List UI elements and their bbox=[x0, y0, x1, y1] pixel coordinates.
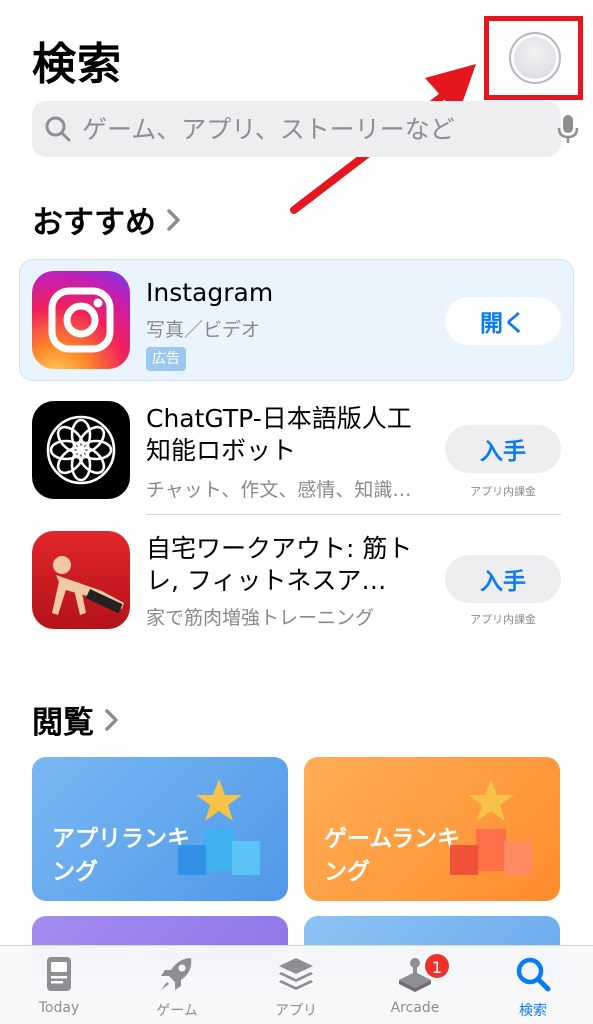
search-icon bbox=[516, 957, 551, 992]
page-title: 検索 bbox=[32, 39, 122, 90]
stack-icon bbox=[279, 958, 313, 990]
flower-pattern-icon bbox=[32, 401, 130, 499]
app-subtitle: 家で筋肉増強トレーニング bbox=[146, 607, 375, 629]
app-row-chatgtp[interactable]: ChatGTP-日本語版人工知能ロボット チャット、作文、感情、知識… 入手 ア… bbox=[32, 401, 561, 511]
get-button[interactable]: 入手 bbox=[445, 425, 561, 473]
divider bbox=[146, 514, 561, 515]
magnifier-icon bbox=[45, 116, 71, 142]
in-app-purchase-note: アプリ内課金 bbox=[470, 485, 536, 498]
notification-badge: 1 bbox=[423, 952, 451, 980]
tab-games[interactable]: ゲーム bbox=[132, 954, 222, 1024]
rocket-icon bbox=[161, 958, 192, 990]
tab-search[interactable]: 検索 bbox=[488, 954, 578, 1024]
section-title: おすすめ bbox=[32, 205, 156, 241]
tab-today[interactable]: Today bbox=[14, 954, 104, 1024]
app-subtitle: チャット、作文、感情、知識… bbox=[146, 479, 412, 501]
app-name: Instagram bbox=[146, 278, 274, 307]
chevron-right-icon bbox=[167, 208, 180, 231]
app-name: ChatGTP-日本語版人工知能ロボット bbox=[146, 404, 412, 465]
app-name: 自宅ワークアウト: 筋トレ, フィットネスア… bbox=[146, 534, 413, 595]
ad-badge: 広告 bbox=[146, 347, 186, 371]
tile-app-ranking[interactable]: アプリランキング bbox=[32, 757, 288, 901]
in-app-purchase-note: アプリ内課金 bbox=[470, 613, 536, 626]
today-icon bbox=[47, 957, 71, 991]
tab-label: Today bbox=[38, 1000, 80, 1016]
tile-game-ranking[interactable]: ゲームランキング bbox=[304, 757, 560, 901]
section-header-browse[interactable]: 閲覧 bbox=[32, 697, 120, 742]
tab-arcade[interactable]: 1 Arcade bbox=[370, 952, 460, 1024]
app-row-workout[interactable]: 自宅ワークアウト: 筋トレ, フィットネスア… 家で筋肉増強トレーニング 入手 … bbox=[32, 531, 561, 631]
podium-star-icon bbox=[178, 779, 260, 875]
get-button[interactable]: 入手 bbox=[445, 555, 561, 603]
tab-label: アプリ bbox=[275, 1003, 317, 1019]
app-subtitle: 写真／ビデオ bbox=[146, 319, 261, 341]
tab-label: ゲーム bbox=[156, 1003, 198, 1019]
podium-star-icon bbox=[450, 779, 532, 875]
tab-label: 検索 bbox=[519, 1003, 547, 1019]
pushup-icon bbox=[32, 531, 130, 629]
annotation-highlight-box bbox=[484, 16, 583, 100]
tab-apps[interactable]: アプリ bbox=[251, 954, 341, 1024]
section-header-recommended[interactable]: おすすめ bbox=[32, 197, 182, 242]
section-title: 閲覧 bbox=[32, 705, 94, 741]
chevron-right-icon bbox=[105, 708, 118, 731]
app-row-instagram[interactable]: Instagram 写真／ビデオ 広告 開く bbox=[32, 271, 561, 371]
open-button[interactable]: 開く bbox=[445, 297, 561, 345]
tab-label: Arcade bbox=[390, 1000, 440, 1016]
instagram-icon bbox=[32, 271, 130, 369]
search-input[interactable] bbox=[82, 101, 512, 157]
microphone-icon[interactable] bbox=[555, 114, 581, 144]
tab-bar: Today ゲーム アプリ 1 Arcade 検索 bbox=[0, 945, 593, 1024]
search-bar[interactable] bbox=[32, 101, 579, 157]
